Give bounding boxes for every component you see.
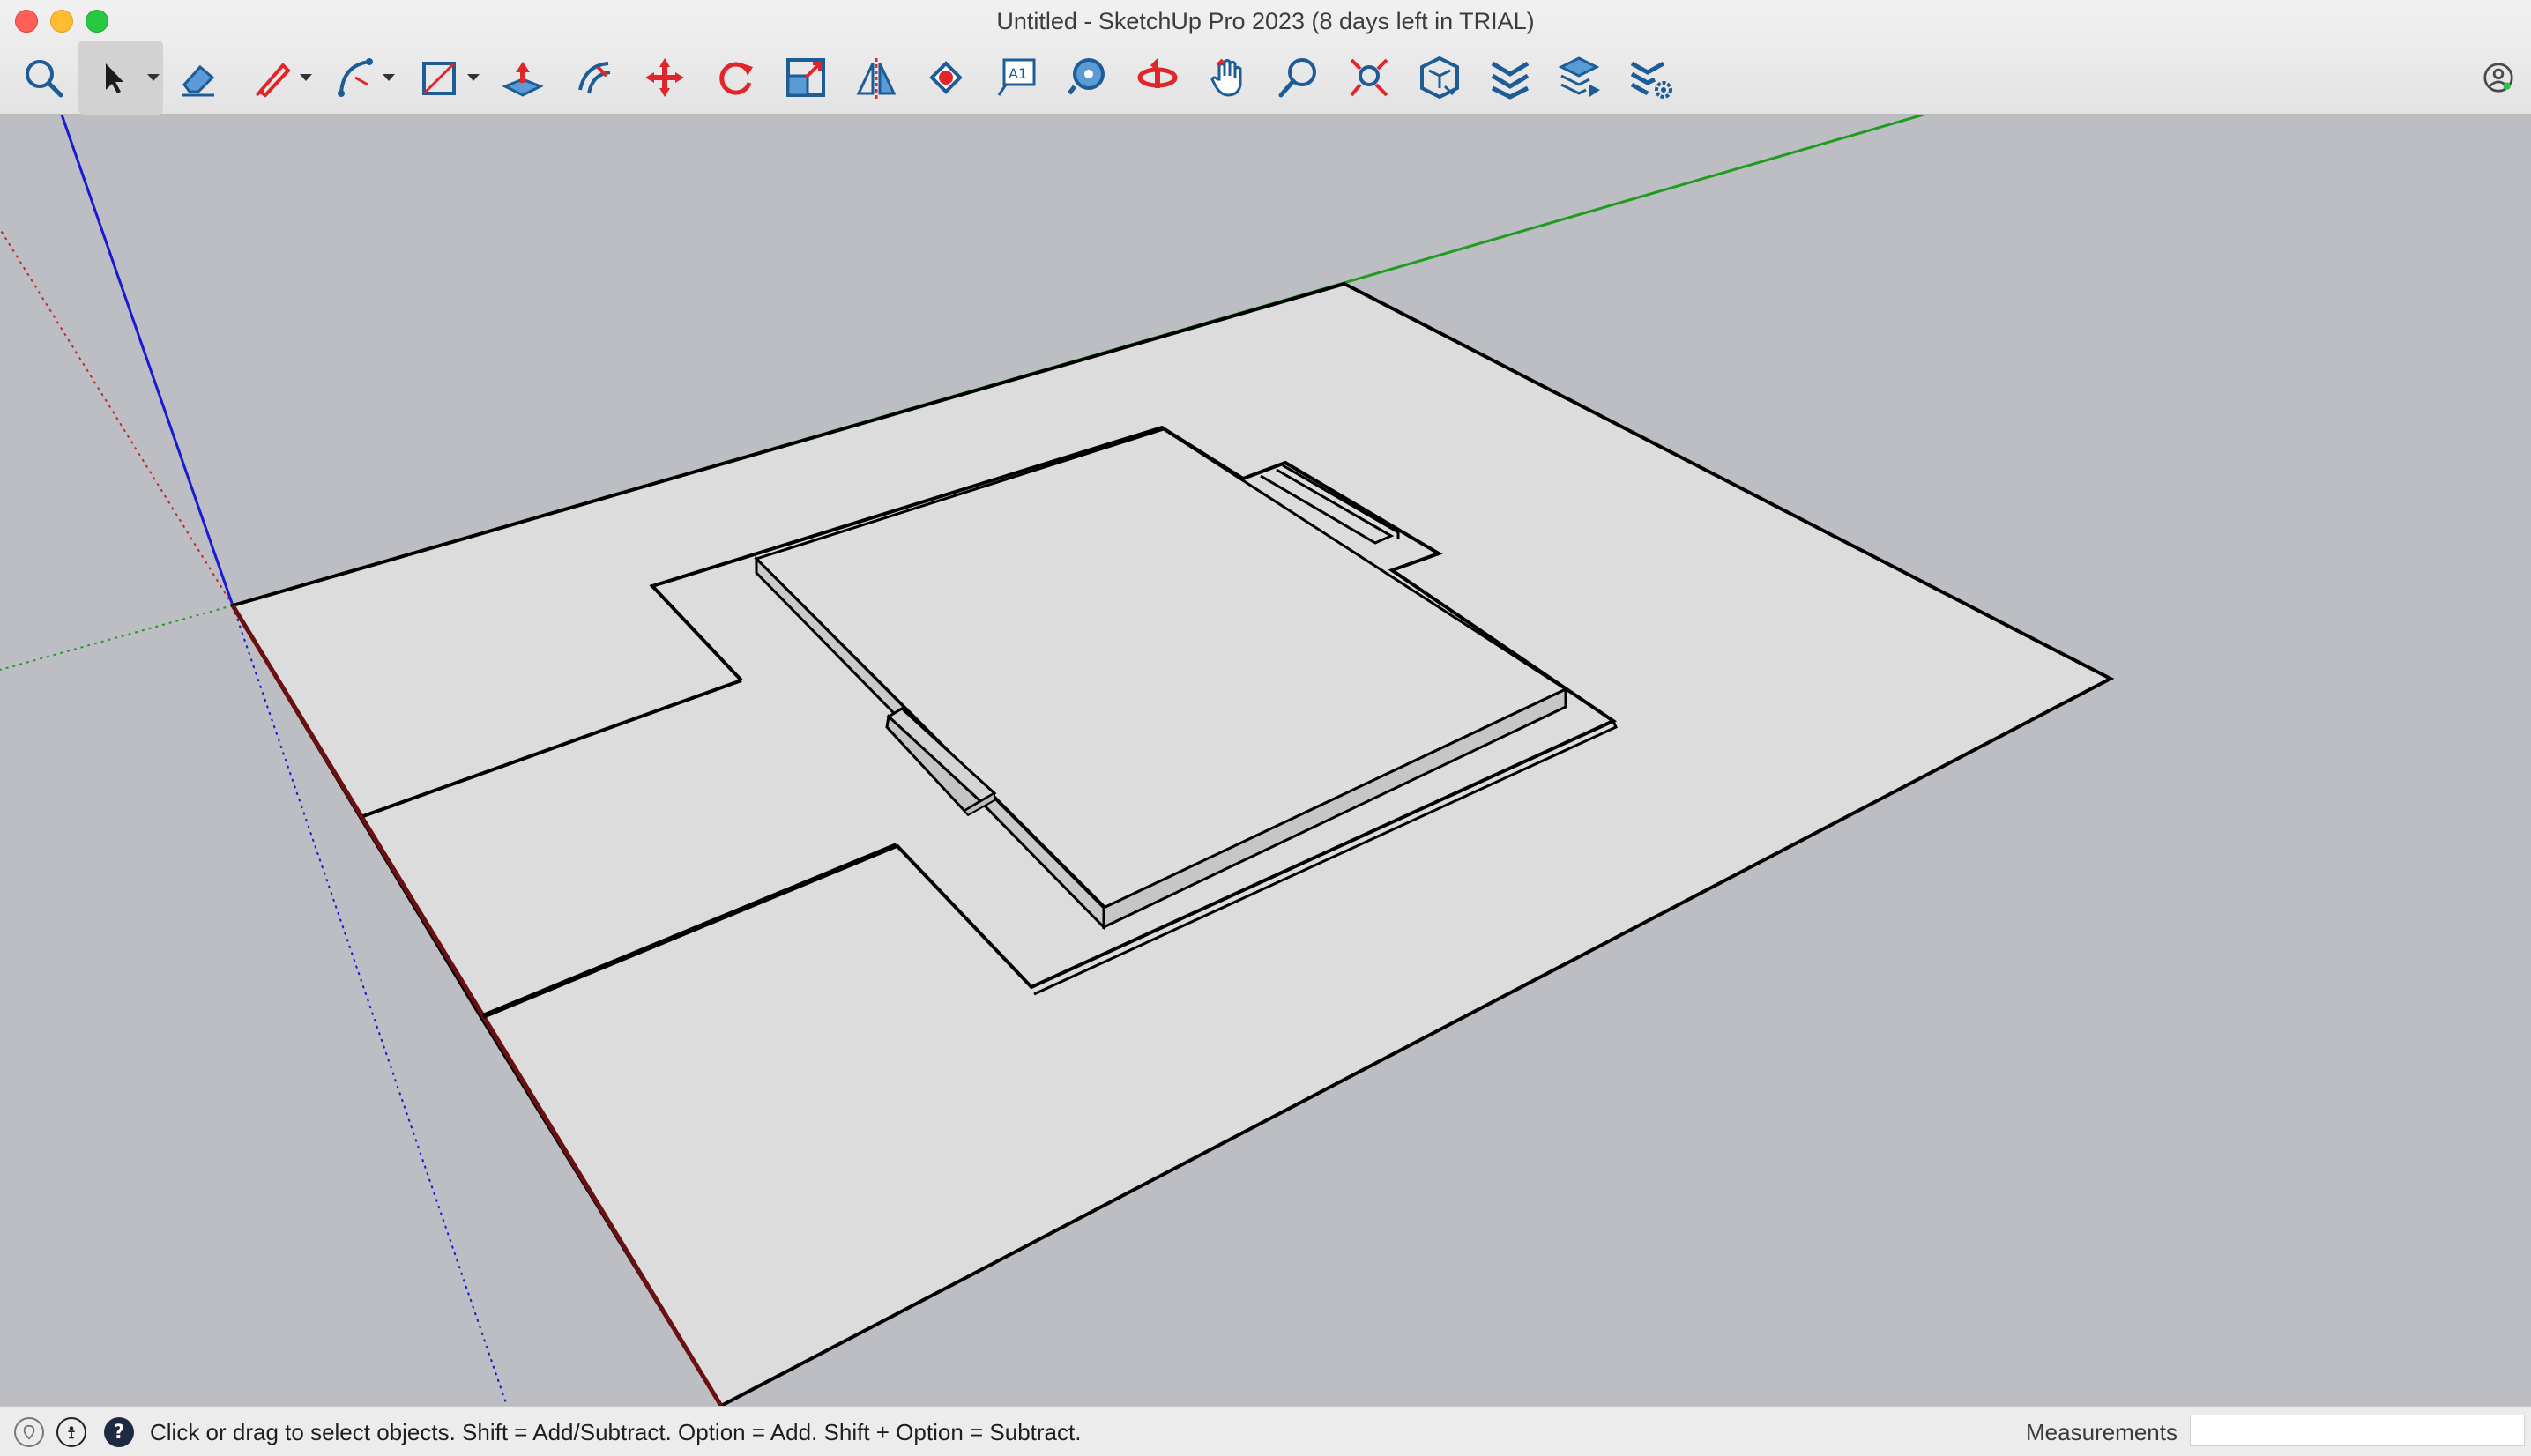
tape-measure-icon <box>1068 58 1105 95</box>
tape-measure-tool[interactable] <box>1053 41 1121 115</box>
geo-location-icon[interactable] <box>14 1417 44 1447</box>
pan-tool[interactable] <box>1194 41 1262 115</box>
zoom-magnifier-icon <box>1278 58 1316 98</box>
warehouse-icon <box>1420 56 1459 100</box>
main-toolbar: A1 <box>0 41 2531 115</box>
pan-hand-icon <box>1210 58 1242 97</box>
line-tool[interactable] <box>245 41 316 115</box>
offset-icon <box>578 62 611 94</box>
text-label-icon: A1 <box>997 58 1036 96</box>
push-pull-icon <box>502 62 544 97</box>
flip-icon <box>856 58 897 99</box>
extension-warehouse-icon <box>1491 61 1530 100</box>
extension-warehouse-tool[interactable] <box>1476 41 1545 115</box>
rectangle-dropdown-caret[interactable] <box>467 74 480 81</box>
credits-info-icon[interactable] <box>56 1417 86 1447</box>
paint-bucket-tool[interactable] <box>912 41 980 115</box>
rectangle-icon <box>422 62 456 95</box>
paint-bucket-icon <box>929 61 963 94</box>
help-icon[interactable]: ? <box>104 1417 134 1447</box>
arrow-cursor-icon <box>106 63 123 93</box>
orbit-icon <box>1137 58 1178 88</box>
extension-manager-tool[interactable] <box>1617 41 1686 115</box>
eraser-tool[interactable] <box>164 41 233 115</box>
arc-tool[interactable] <box>328 41 398 115</box>
send-to-layout-tool[interactable] <box>1546 41 1615 115</box>
account-button[interactable] <box>2470 41 2527 115</box>
measurements-input[interactable] <box>2190 1415 2525 1446</box>
zoom-extents-tool[interactable] <box>1335 41 1403 115</box>
extension-manager-icon <box>1630 61 1672 99</box>
model-canvas[interactable] <box>0 115 2531 1406</box>
rotate-tool[interactable] <box>701 41 770 115</box>
scale-icon <box>786 58 825 97</box>
status-bar: ? Click or drag to select objects. Shift… <box>0 1406 2531 1456</box>
offset-tool[interactable] <box>560 41 629 115</box>
account-icon <box>2483 63 2513 93</box>
title-bar: Untitled - SketchUp Pro 2023 (8 days lef… <box>0 0 2531 115</box>
arc-icon <box>338 58 373 97</box>
select-dropdown-caret[interactable] <box>147 74 160 81</box>
measurements-label: Measurements <box>2026 1419 2177 1445</box>
window-title: Untitled - SketchUp Pro 2023 (8 days lef… <box>996 8 1535 34</box>
rotate-icon <box>719 62 753 95</box>
search-tool[interactable] <box>9 41 78 115</box>
svg-text:A1: A1 <box>1009 65 1027 82</box>
move-icon <box>645 58 684 97</box>
orbit-tool[interactable] <box>1123 41 1192 115</box>
arc-dropdown-caret[interactable] <box>383 74 395 81</box>
zoom-extents-icon <box>1350 58 1388 97</box>
3d-warehouse-tool[interactable] <box>1405 41 1474 115</box>
flip-tool[interactable] <box>842 41 911 115</box>
line-dropdown-caret[interactable] <box>300 74 312 81</box>
text-tool[interactable]: A1 <box>982 41 1051 115</box>
eraser-icon <box>182 64 215 97</box>
select-tool[interactable] <box>78 41 163 115</box>
pencil-icon <box>256 63 291 98</box>
rectangle-tool[interactable] <box>413 41 483 115</box>
search-icon <box>26 60 63 98</box>
scale-tool[interactable] <box>771 41 840 115</box>
zoom-tool[interactable] <box>1264 41 1333 115</box>
send-to-layout-icon <box>1558 56 1600 97</box>
push-pull-tool[interactable] <box>488 41 557 115</box>
status-hint: Click or drag to select objects. Shift =… <box>150 1419 1082 1445</box>
move-tool[interactable] <box>630 41 699 115</box>
model-viewport[interactable] <box>0 115 2531 1406</box>
